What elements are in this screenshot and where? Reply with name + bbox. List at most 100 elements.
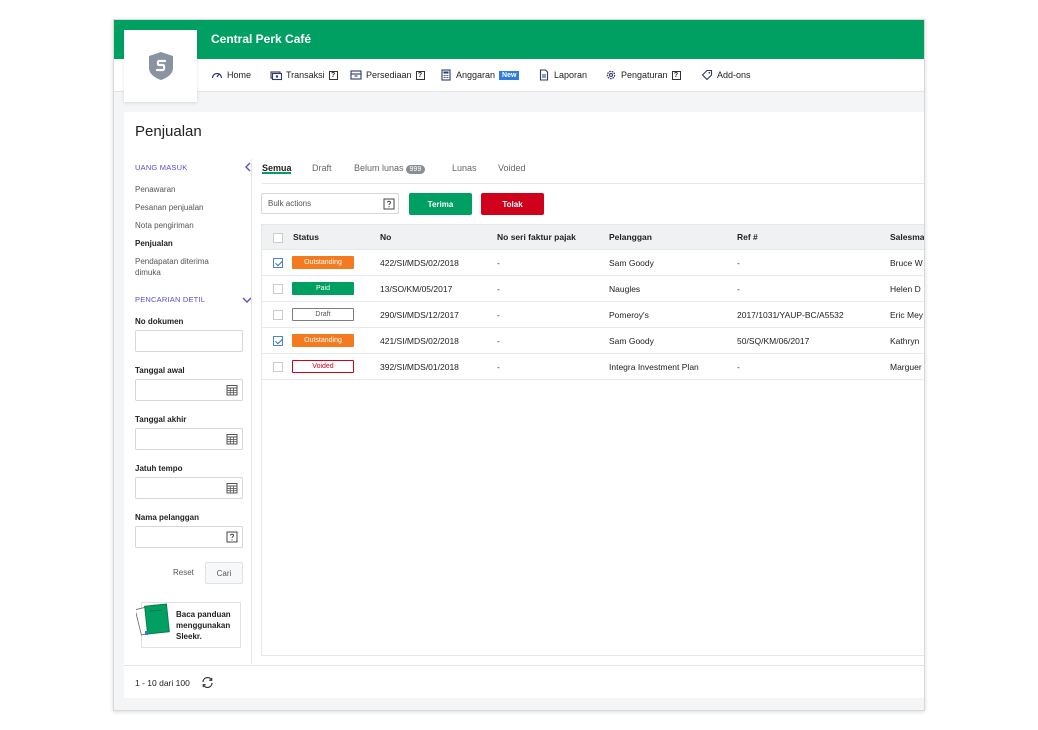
cell-no[interactable]: 290/SI/MDS/12/2017: [380, 310, 459, 320]
section-uang-masuk[interactable]: UANG MASUK: [135, 162, 252, 172]
tolak-button[interactable]: Tolak: [481, 193, 544, 215]
cell-no-seri: -: [497, 362, 500, 372]
tanggal-awal-input[interactable]: [135, 379, 243, 401]
cell-salesman: Helen D: [890, 284, 921, 294]
col-no[interactable]: No: [380, 232, 391, 242]
jatuh-tempo-input[interactable]: [135, 477, 243, 499]
reset-button[interactable]: Reset: [173, 568, 194, 577]
calendar-icon[interactable]: [226, 384, 238, 396]
row-checkbox[interactable]: [273, 362, 283, 372]
cell-no[interactable]: 13/SO/KM/05/2017: [380, 284, 452, 294]
row-checkbox[interactable]: [273, 258, 283, 268]
calendar-icon[interactable]: [226, 482, 238, 494]
cell-pelanggan: Naugles: [609, 284, 641, 294]
label-tanggal-awal: Tanggal awal: [135, 366, 185, 375]
refresh-icon[interactable]: [201, 676, 214, 689]
table-row[interactable]: Outstanding 422/SI/MDS/02/2018 - Sam Goo…: [262, 250, 924, 276]
sidebar-item-penawaran[interactable]: Penawaran: [135, 184, 252, 195]
tab-belum-lunas-label: Belum lunas: [354, 163, 404, 173]
nav-addons[interactable]: Add-ons: [701, 69, 751, 81]
cell-ref: 2017/1031/YAUP-BC/A5532: [737, 310, 844, 320]
nav-persediaan[interactable]: Persediaan ?: [350, 69, 425, 81]
content-card: Penjualan UANG MASUK Penawaran Pesanan p…: [124, 112, 924, 698]
cell-no[interactable]: 392/SI/MDS/01/2018: [380, 362, 459, 372]
status-badge: Outstanding: [292, 256, 354, 269]
col-ref[interactable]: Ref #: [737, 232, 758, 242]
tab-draft[interactable]: Draft: [312, 163, 332, 173]
sidebar-divider: [251, 159, 252, 664]
count-badge: 999: [405, 165, 426, 174]
inventory-icon: [350, 70, 362, 80]
pagination-bar: 1 - 10 dari 100: [124, 665, 924, 698]
cell-no[interactable]: 421/SI/MDS/02/2018: [380, 336, 459, 346]
status-badge: Paid: [292, 282, 354, 295]
sidebar-item-nota-pengiriman[interactable]: Nota pengiriman: [135, 220, 252, 231]
table-row[interactable]: Outstanding 421/SI/MDS/02/2018 - Sam Goo…: [262, 328, 924, 354]
table-row[interactable]: Paid 13/SO/KM/05/2017 - Naugles - Helen …: [262, 276, 924, 302]
sidebar-item-pesanan-penjualan[interactable]: Pesanan penjualan: [135, 202, 252, 213]
cell-ref: -: [737, 284, 740, 294]
help-icon[interactable]: [226, 531, 238, 543]
tab-semua[interactable]: Semua: [262, 163, 292, 174]
no-dokumen-input[interactable]: [135, 330, 243, 352]
table-row[interactable]: Draft 290/SI/MDS/12/2017 - Pomeroy's 201…: [262, 302, 924, 328]
nav-persediaan-label: Persediaan: [366, 70, 412, 80]
section-pencarian-detil[interactable]: PENCARIAN DETIL: [135, 295, 252, 304]
book-icon: [136, 603, 170, 636]
cell-pelanggan: Sam Goody: [609, 258, 654, 268]
nav-laporan-label: Laporan: [554, 70, 588, 80]
table-row[interactable]: Voided 392/SI/MDS/01/2018 - Integra Inve…: [262, 354, 924, 380]
nav-addons-label: Add-ons: [717, 70, 751, 80]
cell-no-seri: -: [497, 310, 500, 320]
col-pelanggan[interactable]: Pelanggan: [609, 232, 652, 242]
cell-pelanggan: Integra Investment Plan: [609, 362, 699, 372]
guide-card[interactable]: Baca panduan menggunakan Sleekr.: [136, 602, 241, 648]
company-name: Central Perk Café: [211, 32, 312, 46]
guide-text: Baca panduan menggunakan Sleekr.: [176, 610, 231, 641]
cell-no-seri: -: [497, 336, 500, 346]
nav-anggaran[interactable]: Anggaran New: [440, 69, 520, 81]
status-tabs: Semua Draft Belum lunas 999 Lunas Voided: [262, 162, 924, 184]
nav-transaksi[interactable]: Transaksi ?: [270, 69, 338, 81]
select-all-checkbox[interactable]: [273, 233, 283, 243]
app-window: Central Perk Café Home Transaksi ? Perse…: [113, 19, 925, 711]
row-checkbox[interactable]: [273, 284, 283, 294]
nav-transaksi-label: Transaksi: [286, 70, 325, 80]
nav-anggaran-label: Anggaran: [456, 70, 496, 80]
new-badge: New: [499, 70, 520, 80]
tab-belum-lunas[interactable]: Belum lunas 999: [354, 163, 426, 174]
cari-button[interactable]: Cari: [205, 562, 243, 584]
tab-voided[interactable]: Voided: [498, 163, 526, 173]
tanggal-akhir-input[interactable]: [135, 428, 243, 450]
help-icon: ?: [671, 70, 681, 80]
row-checkbox[interactable]: [273, 310, 283, 320]
col-no-seri[interactable]: No seri faktur pajak: [497, 232, 576, 242]
nav-pengaturan-label: Pengaturan: [621, 70, 668, 80]
label-jatuh-tempo: Jatuh tempo: [135, 464, 183, 473]
help-icon[interactable]: [383, 198, 395, 210]
bulk-actions-placeholder: Bulk actions: [268, 199, 312, 208]
tab-lunas[interactable]: Lunas: [452, 163, 477, 173]
cell-no[interactable]: 422/SI/MDS/02/2018: [380, 258, 459, 268]
terima-button[interactable]: Terima: [409, 193, 472, 215]
row-checkbox[interactable]: [273, 336, 283, 346]
cell-salesman: Bruce W: [890, 258, 923, 268]
company-logo[interactable]: [124, 30, 197, 102]
cell-salesman: Marguer: [890, 362, 922, 372]
bulk-actions-select[interactable]: Bulk actions: [261, 193, 399, 214]
nav-home[interactable]: Home: [211, 69, 251, 81]
calendar-icon[interactable]: [226, 433, 238, 445]
main-nav: Home Transaksi ? Persediaan ? Anggaran N…: [114, 59, 924, 92]
nama-pelanggan-input[interactable]: [135, 526, 243, 548]
sidebar-item-pendapatan-diterima-dimuka[interactable]: Pendapatan diterima dimuka: [135, 256, 227, 278]
cell-salesman: Eric Mey: [890, 310, 924, 320]
col-status[interactable]: Status: [293, 232, 319, 242]
col-salesman[interactable]: Salesman: [890, 232, 924, 242]
document-icon: [539, 69, 549, 81]
gear-icon: [606, 70, 616, 80]
nav-laporan[interactable]: Laporan: [538, 69, 587, 81]
sidebar-item-penjualan[interactable]: Penjualan: [135, 238, 252, 249]
nav-pengaturan[interactable]: Pengaturan ?: [605, 69, 681, 81]
tag-icon: [701, 69, 713, 81]
status-badge: Draft: [292, 308, 354, 321]
